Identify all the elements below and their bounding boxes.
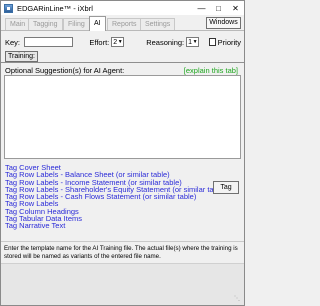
bottom-panel: ⋱ xyxy=(1,263,244,305)
effort-select[interactable]: 2 ▼ xyxy=(111,37,125,47)
tab-ai[interactable]: AI xyxy=(89,16,106,31)
tab-tagging[interactable]: Tagging xyxy=(28,18,63,30)
effort-label: Effort: xyxy=(89,37,110,47)
key-input[interactable] xyxy=(24,37,74,47)
app-icon xyxy=(4,3,13,13)
suggestions-label: Optional Suggestion(s) for AI Agent: xyxy=(5,66,125,75)
key-label: Key: xyxy=(5,37,21,47)
training-bar: Training: xyxy=(1,50,244,63)
options-row: Key: Effort: 2 ▼ Reasoning: 1 ▼ Priority xyxy=(5,36,241,48)
status-text: Enter the template name for the AI Train… xyxy=(4,245,238,260)
tag-button[interactable]: Tag xyxy=(213,181,239,194)
tab-filing[interactable]: Filing xyxy=(63,18,90,30)
tab-main[interactable]: Main xyxy=(5,18,31,30)
tab-settings[interactable]: Settings xyxy=(140,18,176,30)
chevron-down-icon: ▼ xyxy=(192,39,198,45)
reasoning-select[interactable]: 1 ▼ xyxy=(186,37,200,47)
maximize-icon[interactable]: □ xyxy=(210,1,227,15)
tab-reports[interactable]: Reports xyxy=(107,18,142,30)
suggestions-textarea[interactable] xyxy=(4,75,241,159)
app-window: EDGARinLine™ - iXbrl — □ ✕ Main Tagging … xyxy=(0,0,245,306)
explain-tab-link[interactable]: [explain this tab] xyxy=(184,66,238,75)
title-bar[interactable]: EDGARinLine™ - iXbrl — □ ✕ xyxy=(1,1,244,15)
tag-link-narrative-text[interactable]: Tag Narrative Text xyxy=(5,222,226,230)
tag-link-list: Tag Cover Sheet Tag Row Labels - Balance… xyxy=(5,164,226,230)
chevron-down-icon: ▼ xyxy=(117,39,123,45)
minimize-icon[interactable]: — xyxy=(193,1,210,15)
window-title: EDGARinLine™ - iXbrl xyxy=(17,3,93,13)
resize-grip-icon[interactable]: ⋱ xyxy=(234,295,242,303)
priority-checkbox[interactable] xyxy=(209,38,216,46)
reasoning-label: Reasoning: xyxy=(146,37,185,47)
close-icon[interactable]: ✕ xyxy=(227,1,244,15)
tab-bar: Main Tagging Filing AI Reports Settings … xyxy=(1,15,244,31)
window-controls: — □ ✕ xyxy=(193,1,244,15)
status-divider xyxy=(1,241,244,242)
training-button[interactable]: Training: xyxy=(5,51,38,62)
windows-button[interactable]: Windows xyxy=(206,17,241,29)
priority-label: Priority xyxy=(217,37,241,47)
